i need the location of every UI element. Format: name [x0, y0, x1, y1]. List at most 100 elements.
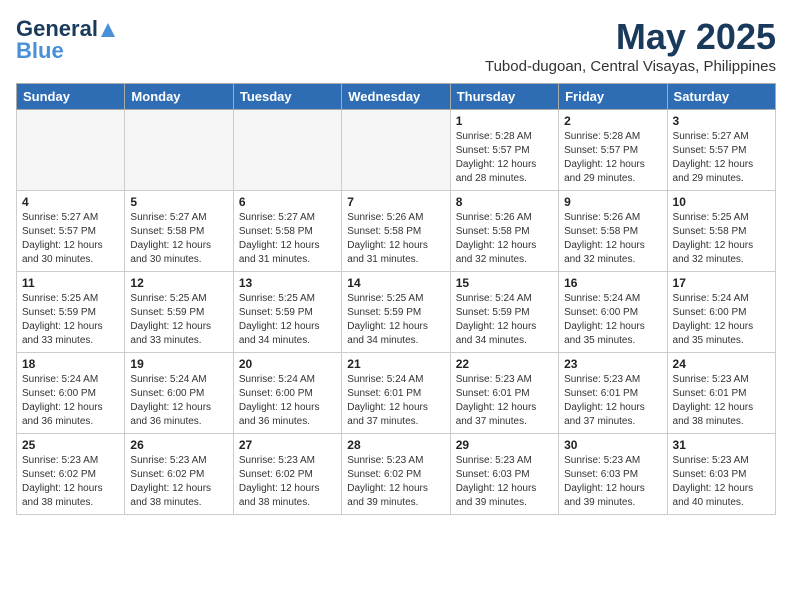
day-info: Sunrise: 5:24 AM Sunset: 5:59 PM Dayligh… — [456, 292, 553, 348]
day-info: Sunrise: 5:23 AM Sunset: 6:01 PM Dayligh… — [673, 373, 770, 429]
day-number: 29 — [456, 438, 553, 452]
calendar-cell: 21 Sunrise: 5:24 AM Sunset: 6:01 PM Dayli… — [342, 353, 450, 434]
weekday-header-saturday: Saturday — [667, 84, 775, 110]
calendar-table: SundayMondayTuesdayWednesdayThursdayFrid… — [16, 83, 776, 515]
day-number: 4 — [22, 195, 119, 209]
day-number: 5 — [130, 195, 227, 209]
day-info: Sunrise: 5:25 AM Sunset: 5:59 PM Dayligh… — [239, 292, 336, 348]
logo: General Blue — [16, 16, 117, 64]
calendar-cell: 27Sunrise: 5:23 AM Sunset: 6:02 PM Dayli… — [233, 434, 341, 515]
day-number: 7 — [347, 195, 444, 209]
calendar-cell: 5 Sunrise: 5:27 AM Sunset: 5:58 PM Daylig… — [125, 191, 233, 272]
day-number: 10 — [673, 195, 770, 209]
day-number: 26 — [130, 438, 227, 452]
calendar-cell: 6Sunrise: 5:27 AM Sunset: 5:58 PM Daylig… — [233, 191, 341, 272]
day-number: 16 — [564, 276, 661, 290]
location-title: Tubod-dugoan, Central Visayas, Philippin… — [485, 58, 776, 75]
calendar-cell: 19 Sunrise: 5:24 AM Sunset: 6:00 PM Dayli… — [125, 353, 233, 434]
calendar-cell: 22 Sunrise: 5:23 AM Sunset: 6:01 PM Dayli… — [450, 353, 558, 434]
day-info: Sunrise: 5:25 AM Sunset: 5:59 PM Dayligh… — [130, 292, 227, 348]
day-info: Sunrise: 5:23 AM Sunset: 6:03 PM Dayligh… — [456, 454, 553, 510]
day-info: Sunrise: 5:27 AM Sunset: 5:58 PM Dayligh… — [239, 211, 336, 267]
calendar-cell: 18 Sunrise: 5:24 AM Sunset: 6:00 PM Dayli… — [17, 353, 125, 434]
calendar-cell: 9 Sunrise: 5:26 AM Sunset: 5:58 PM Daylig… — [559, 191, 667, 272]
day-number: 30 — [564, 438, 661, 452]
day-info: Sunrise: 5:24 AM Sunset: 6:01 PM Dayligh… — [347, 373, 444, 429]
week-row-3: 11 Sunrise: 5:25 AM Sunset: 5:59 PM Dayli… — [17, 272, 776, 353]
day-info: Sunrise: 5:26 AM Sunset: 5:58 PM Dayligh… — [347, 211, 444, 267]
calendar-cell — [342, 110, 450, 191]
day-info: Sunrise: 5:24 AM Sunset: 6:00 PM Dayligh… — [22, 373, 119, 429]
calendar-cell: 1 Sunrise: 5:28 AM Sunset: 5:57 PM Daylig… — [450, 110, 558, 191]
weekday-header-wednesday: Wednesday — [342, 84, 450, 110]
calendar-cell: 25 Sunrise: 5:23 AM Sunset: 6:02 PM Dayli… — [17, 434, 125, 515]
weekday-header-row: SundayMondayTuesdayWednesdayThursdayFrid… — [17, 84, 776, 110]
day-number: 17 — [673, 276, 770, 290]
day-number: 13 — [239, 276, 336, 290]
day-info: Sunrise: 5:24 AM Sunset: 6:00 PM Dayligh… — [130, 373, 227, 429]
calendar-cell: 29 Sunrise: 5:23 AM Sunset: 6:03 PM Dayli… — [450, 434, 558, 515]
day-info: Sunrise: 5:23 AM Sunset: 6:02 PM Dayligh… — [347, 454, 444, 510]
calendar-cell: 10 Sunrise: 5:25 AM Sunset: 5:58 PM Dayli… — [667, 191, 775, 272]
day-number: 28 — [347, 438, 444, 452]
weekday-header-friday: Friday — [559, 84, 667, 110]
week-row-1: 1 Sunrise: 5:28 AM Sunset: 5:57 PM Daylig… — [17, 110, 776, 191]
logo-text-block: General Blue — [16, 16, 117, 64]
page-header: General Blue May 2025 Tubod-dugoan, Cent… — [16, 16, 776, 75]
day-number: 12 — [130, 276, 227, 290]
day-info: Sunrise: 5:23 AM Sunset: 6:02 PM Dayligh… — [239, 454, 336, 510]
day-info: Sunrise: 5:26 AM Sunset: 5:58 PM Dayligh… — [564, 211, 661, 267]
day-info: Sunrise: 5:25 AM Sunset: 5:59 PM Dayligh… — [347, 292, 444, 348]
day-info: Sunrise: 5:24 AM Sunset: 6:00 PM Dayligh… — [564, 292, 661, 348]
day-info: Sunrise: 5:28 AM Sunset: 5:57 PM Dayligh… — [456, 130, 553, 186]
day-number: 11 — [22, 276, 119, 290]
calendar-cell: 17Sunrise: 5:24 AM Sunset: 6:00 PM Dayli… — [667, 272, 775, 353]
calendar-cell: 16 Sunrise: 5:24 AM Sunset: 6:00 PM Dayli… — [559, 272, 667, 353]
day-number: 19 — [130, 357, 227, 371]
day-number: 23 — [564, 357, 661, 371]
weekday-header-thursday: Thursday — [450, 84, 558, 110]
day-number: 20 — [239, 357, 336, 371]
day-info: Sunrise: 5:27 AM Sunset: 5:58 PM Dayligh… — [130, 211, 227, 267]
title-section: May 2025 Tubod-dugoan, Central Visayas, … — [485, 16, 776, 75]
day-info: Sunrise: 5:23 AM Sunset: 6:03 PM Dayligh… — [564, 454, 661, 510]
day-number: 22 — [456, 357, 553, 371]
calendar-cell: 8Sunrise: 5:26 AM Sunset: 5:58 PM Daylig… — [450, 191, 558, 272]
day-number: 8 — [456, 195, 553, 209]
day-info: Sunrise: 5:23 AM Sunset: 6:02 PM Dayligh… — [22, 454, 119, 510]
day-number: 25 — [22, 438, 119, 452]
calendar-cell: 28 Sunrise: 5:23 AM Sunset: 6:02 PM Dayli… — [342, 434, 450, 515]
day-info: Sunrise: 5:23 AM Sunset: 6:01 PM Dayligh… — [456, 373, 553, 429]
day-info: Sunrise: 5:23 AM Sunset: 6:02 PM Dayligh… — [130, 454, 227, 510]
logo-blue: Blue — [16, 38, 64, 64]
weekday-header-monday: Monday — [125, 84, 233, 110]
calendar-cell: 15 Sunrise: 5:24 AM Sunset: 5:59 PM Dayli… — [450, 272, 558, 353]
day-number: 1 — [456, 114, 553, 128]
day-info: Sunrise: 5:23 AM Sunset: 6:01 PM Dayligh… — [564, 373, 661, 429]
month-title: May 2025 — [485, 16, 776, 58]
day-number: 15 — [456, 276, 553, 290]
calendar-cell: 13 Sunrise: 5:25 AM Sunset: 5:59 PM Dayli… — [233, 272, 341, 353]
calendar-cell: 24Sunrise: 5:23 AM Sunset: 6:01 PM Dayli… — [667, 353, 775, 434]
calendar-cell: 14 Sunrise: 5:25 AM Sunset: 5:59 PM Dayli… — [342, 272, 450, 353]
calendar-cell: 20 Sunrise: 5:24 AM Sunset: 6:00 PM Dayli… — [233, 353, 341, 434]
day-info: Sunrise: 5:24 AM Sunset: 6:00 PM Dayligh… — [239, 373, 336, 429]
calendar-cell: 26 Sunrise: 5:23 AM Sunset: 6:02 PM Dayli… — [125, 434, 233, 515]
calendar-cell: 2Sunrise: 5:28 AM Sunset: 5:57 PM Daylig… — [559, 110, 667, 191]
day-info: Sunrise: 5:25 AM Sunset: 5:58 PM Dayligh… — [673, 211, 770, 267]
calendar-cell — [125, 110, 233, 191]
calendar-cell: 7 Sunrise: 5:26 AM Sunset: 5:58 PM Daylig… — [342, 191, 450, 272]
day-info: Sunrise: 5:25 AM Sunset: 5:59 PM Dayligh… — [22, 292, 119, 348]
day-number: 9 — [564, 195, 661, 209]
calendar-cell: 4 Sunrise: 5:27 AM Sunset: 5:57 PM Daylig… — [17, 191, 125, 272]
week-row-2: 4 Sunrise: 5:27 AM Sunset: 5:57 PM Daylig… — [17, 191, 776, 272]
calendar-cell: 11 Sunrise: 5:25 AM Sunset: 5:59 PM Dayli… — [17, 272, 125, 353]
day-number: 21 — [347, 357, 444, 371]
logo-triangle-icon — [99, 21, 117, 39]
day-number: 18 — [22, 357, 119, 371]
day-info: Sunrise: 5:27 AM Sunset: 5:57 PM Dayligh… — [22, 211, 119, 267]
calendar-cell: 23 Sunrise: 5:23 AM Sunset: 6:01 PM Dayli… — [559, 353, 667, 434]
week-row-4: 18 Sunrise: 5:24 AM Sunset: 6:00 PM Dayli… — [17, 353, 776, 434]
weekday-header-tuesday: Tuesday — [233, 84, 341, 110]
day-number: 14 — [347, 276, 444, 290]
